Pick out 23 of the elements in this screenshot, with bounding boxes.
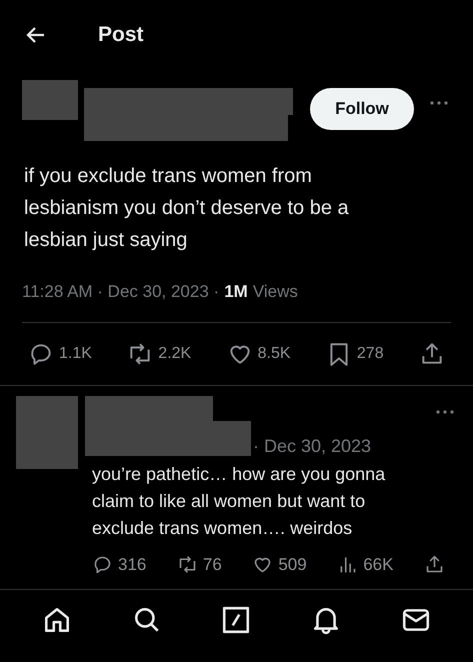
reply-text: you’re pathetic… how are you gonna claim to like all women but want to exclude trans women…. weirdos bbox=[92, 463, 386, 540]
action-count: 278 bbox=[356, 345, 384, 363]
more-icon[interactable] bbox=[429, 100, 449, 106]
action-count: 76 bbox=[202, 554, 222, 574]
redaction-block bbox=[22, 80, 78, 120]
speech-bubble-icon[interactable] bbox=[92, 554, 113, 575]
reply-date: · Dec 30, 2023 bbox=[253, 436, 372, 457]
more-icon[interactable] bbox=[435, 409, 455, 415]
action-count: 2.2K bbox=[158, 345, 192, 363]
views-label: Views bbox=[252, 282, 298, 302]
action-count: 509 bbox=[278, 554, 307, 574]
action-count: 316 bbox=[118, 554, 146, 574]
follow-button[interactable]: Follow bbox=[310, 88, 414, 130]
view-count: 1M bbox=[224, 282, 248, 302]
action-count: 1.1K bbox=[59, 345, 92, 363]
share-icon[interactable] bbox=[424, 554, 445, 575]
compose-icon[interactable] bbox=[221, 605, 252, 635]
repost-icon[interactable] bbox=[176, 554, 198, 575]
post-text: if you exclude trans women from lesbianism you don’t deserve to be a lesbian just saying bbox=[24, 164, 350, 253]
post-timestamp: 11:28 AM · Dec 30, 2023 · bbox=[22, 282, 220, 302]
action-count: 8.5K bbox=[258, 345, 291, 363]
action-count: 66K bbox=[363, 554, 394, 574]
page-title: Post bbox=[98, 23, 144, 47]
